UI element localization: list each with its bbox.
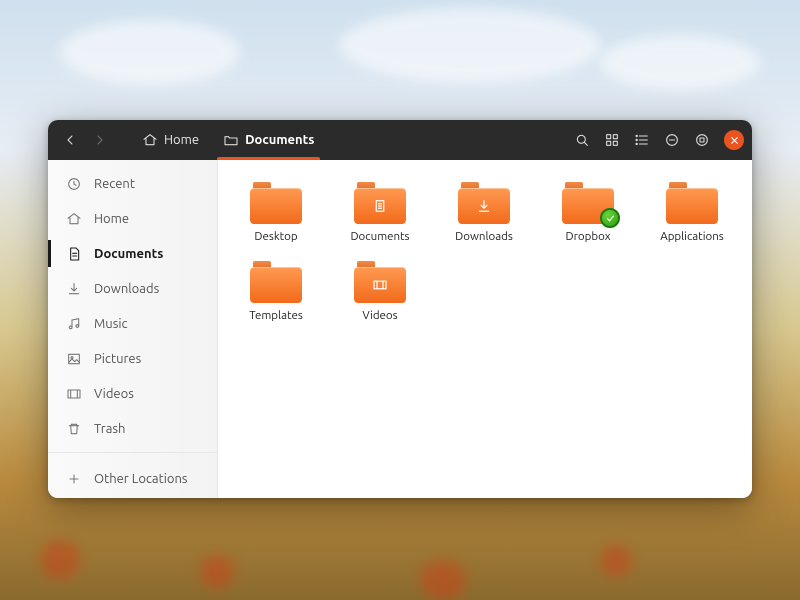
- sidebar-item-music[interactable]: Music: [48, 306, 217, 341]
- sidebar-item-downloads[interactable]: Downloads: [48, 271, 217, 306]
- headerbar: Home Documents: [48, 120, 752, 160]
- folder-label: Videos: [362, 309, 397, 322]
- sidebar-item-label: Trash: [94, 422, 125, 436]
- file-manager-window: Home Documents: [48, 120, 752, 498]
- folder-icon: [666, 182, 718, 224]
- sidebar-item-label: Music: [94, 317, 128, 331]
- path-segment-home[interactable]: Home: [130, 120, 211, 160]
- sidebar-item-videos[interactable]: Videos: [48, 376, 217, 411]
- video-icon: [66, 386, 82, 402]
- folder-item[interactable]: Dropbox: [550, 182, 626, 243]
- sidebar-item-label: Pictures: [94, 352, 141, 366]
- folder-icon: [562, 182, 614, 224]
- sidebar-item-label: Downloads: [94, 282, 159, 296]
- sidebar-item-recent[interactable]: Recent: [48, 166, 217, 201]
- nav-forward-button[interactable]: [86, 126, 114, 154]
- window-maximize-button[interactable]: [688, 126, 716, 154]
- folder-view[interactable]: Desktop Documents Downloads Dropbox Applicat…: [218, 160, 752, 498]
- folder-item[interactable]: Desktop: [238, 182, 314, 243]
- window-minimize-button[interactable]: [658, 126, 686, 154]
- folder-item[interactable]: Videos: [342, 261, 418, 322]
- music-icon: [66, 316, 82, 332]
- view-grid-button[interactable]: [598, 126, 626, 154]
- folder-item[interactable]: Applications: [654, 182, 730, 243]
- folder-icon: [250, 261, 302, 303]
- folder-item[interactable]: Templates: [238, 261, 314, 322]
- folder-label: Dropbox: [565, 230, 610, 243]
- folder-label: Downloads: [455, 230, 513, 243]
- folder-icon: [250, 182, 302, 224]
- sidebar-item-label: Videos: [94, 387, 134, 401]
- sync-ok-emblem: [600, 208, 620, 228]
- folder-icon: [354, 261, 406, 303]
- path-bar: Home Documents: [130, 120, 326, 160]
- folder-label: Documents: [350, 230, 409, 243]
- folder-label: Applications: [660, 230, 724, 243]
- folder-item[interactable]: Downloads: [446, 182, 522, 243]
- window-close-button[interactable]: [724, 130, 744, 150]
- sidebar-item-home[interactable]: Home: [48, 201, 217, 236]
- folder-item[interactable]: Documents: [342, 182, 418, 243]
- sidebar-item-label: Recent: [94, 177, 135, 191]
- nav-back-button[interactable]: [56, 126, 84, 154]
- places-sidebar: Recent Home Documents Downloads Music Pi…: [48, 160, 218, 498]
- home-icon: [66, 211, 82, 227]
- folder-icon: [354, 182, 406, 224]
- sidebar-item-label: Documents: [94, 247, 163, 261]
- view-list-button[interactable]: [628, 126, 656, 154]
- document-icon: [66, 246, 82, 262]
- plus-icon: [66, 471, 82, 487]
- sidebar-item-label: Home: [94, 212, 129, 226]
- sidebar-item-trash[interactable]: Trash: [48, 411, 217, 446]
- sidebar-item-label: Other Locations: [94, 472, 188, 486]
- path-segment-label: Documents: [245, 133, 314, 147]
- image-icon: [66, 351, 82, 367]
- folder-label: Templates: [249, 309, 303, 322]
- folder-icon: [458, 182, 510, 224]
- path-segment-label: Home: [164, 133, 199, 147]
- download-icon: [66, 281, 82, 297]
- search-button[interactable]: [568, 126, 596, 154]
- trash-icon: [66, 421, 82, 437]
- sidebar-item-other-locations[interactable]: Other Locations: [48, 459, 217, 498]
- folder-label: Desktop: [254, 230, 297, 243]
- sidebar-item-documents[interactable]: Documents: [48, 236, 217, 271]
- path-segment-documents[interactable]: Documents: [211, 120, 326, 160]
- clock-icon: [66, 176, 82, 192]
- sidebar-item-pictures[interactable]: Pictures: [48, 341, 217, 376]
